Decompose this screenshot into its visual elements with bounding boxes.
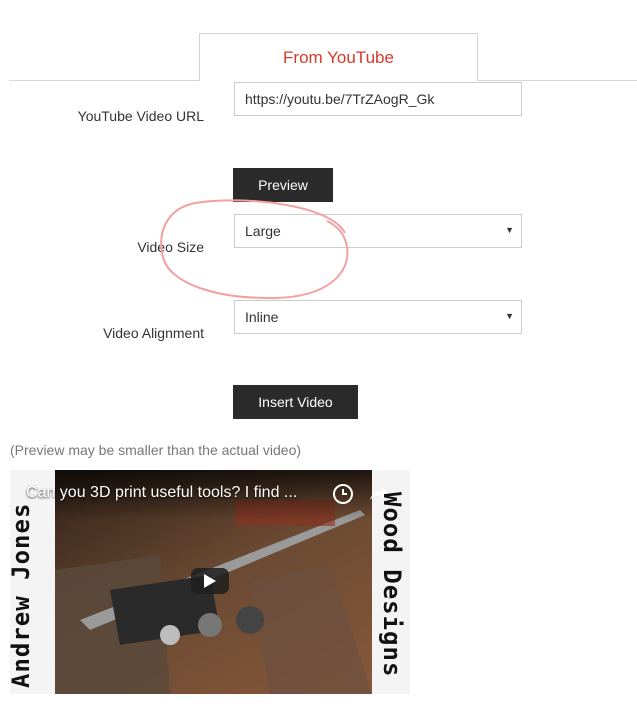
insert-video-button[interactable]: Insert Video: [233, 385, 358, 419]
channel-text-left: Andrew Jones: [7, 502, 35, 688]
clock-icon[interactable]: [332, 483, 354, 505]
video-alignment-label: Video Alignment: [103, 325, 204, 341]
youtube-url-input[interactable]: [234, 82, 522, 116]
chevron-down-icon: ▼: [505, 311, 514, 321]
play-icon[interactable]: [191, 568, 229, 594]
video-alignment-value: Inline: [245, 309, 279, 325]
video-preview[interactable]: Can you 3D print useful tools? I find ..…: [10, 470, 410, 694]
youtube-url-label: YouTube Video URL: [77, 108, 204, 124]
chevron-down-icon: ▼: [505, 225, 514, 235]
preview-note: (Preview may be smaller than the actual …: [10, 442, 302, 458]
channel-text-right: Wood Designs: [378, 492, 406, 678]
video-title: Can you 3D print useful tools? I find ..…: [26, 484, 298, 501]
annotation-circle: [160, 199, 349, 300]
tab-from-youtube[interactable]: From YouTube: [199, 33, 478, 81]
video-alignment-select[interactable]: Inline ▼: [234, 300, 522, 334]
